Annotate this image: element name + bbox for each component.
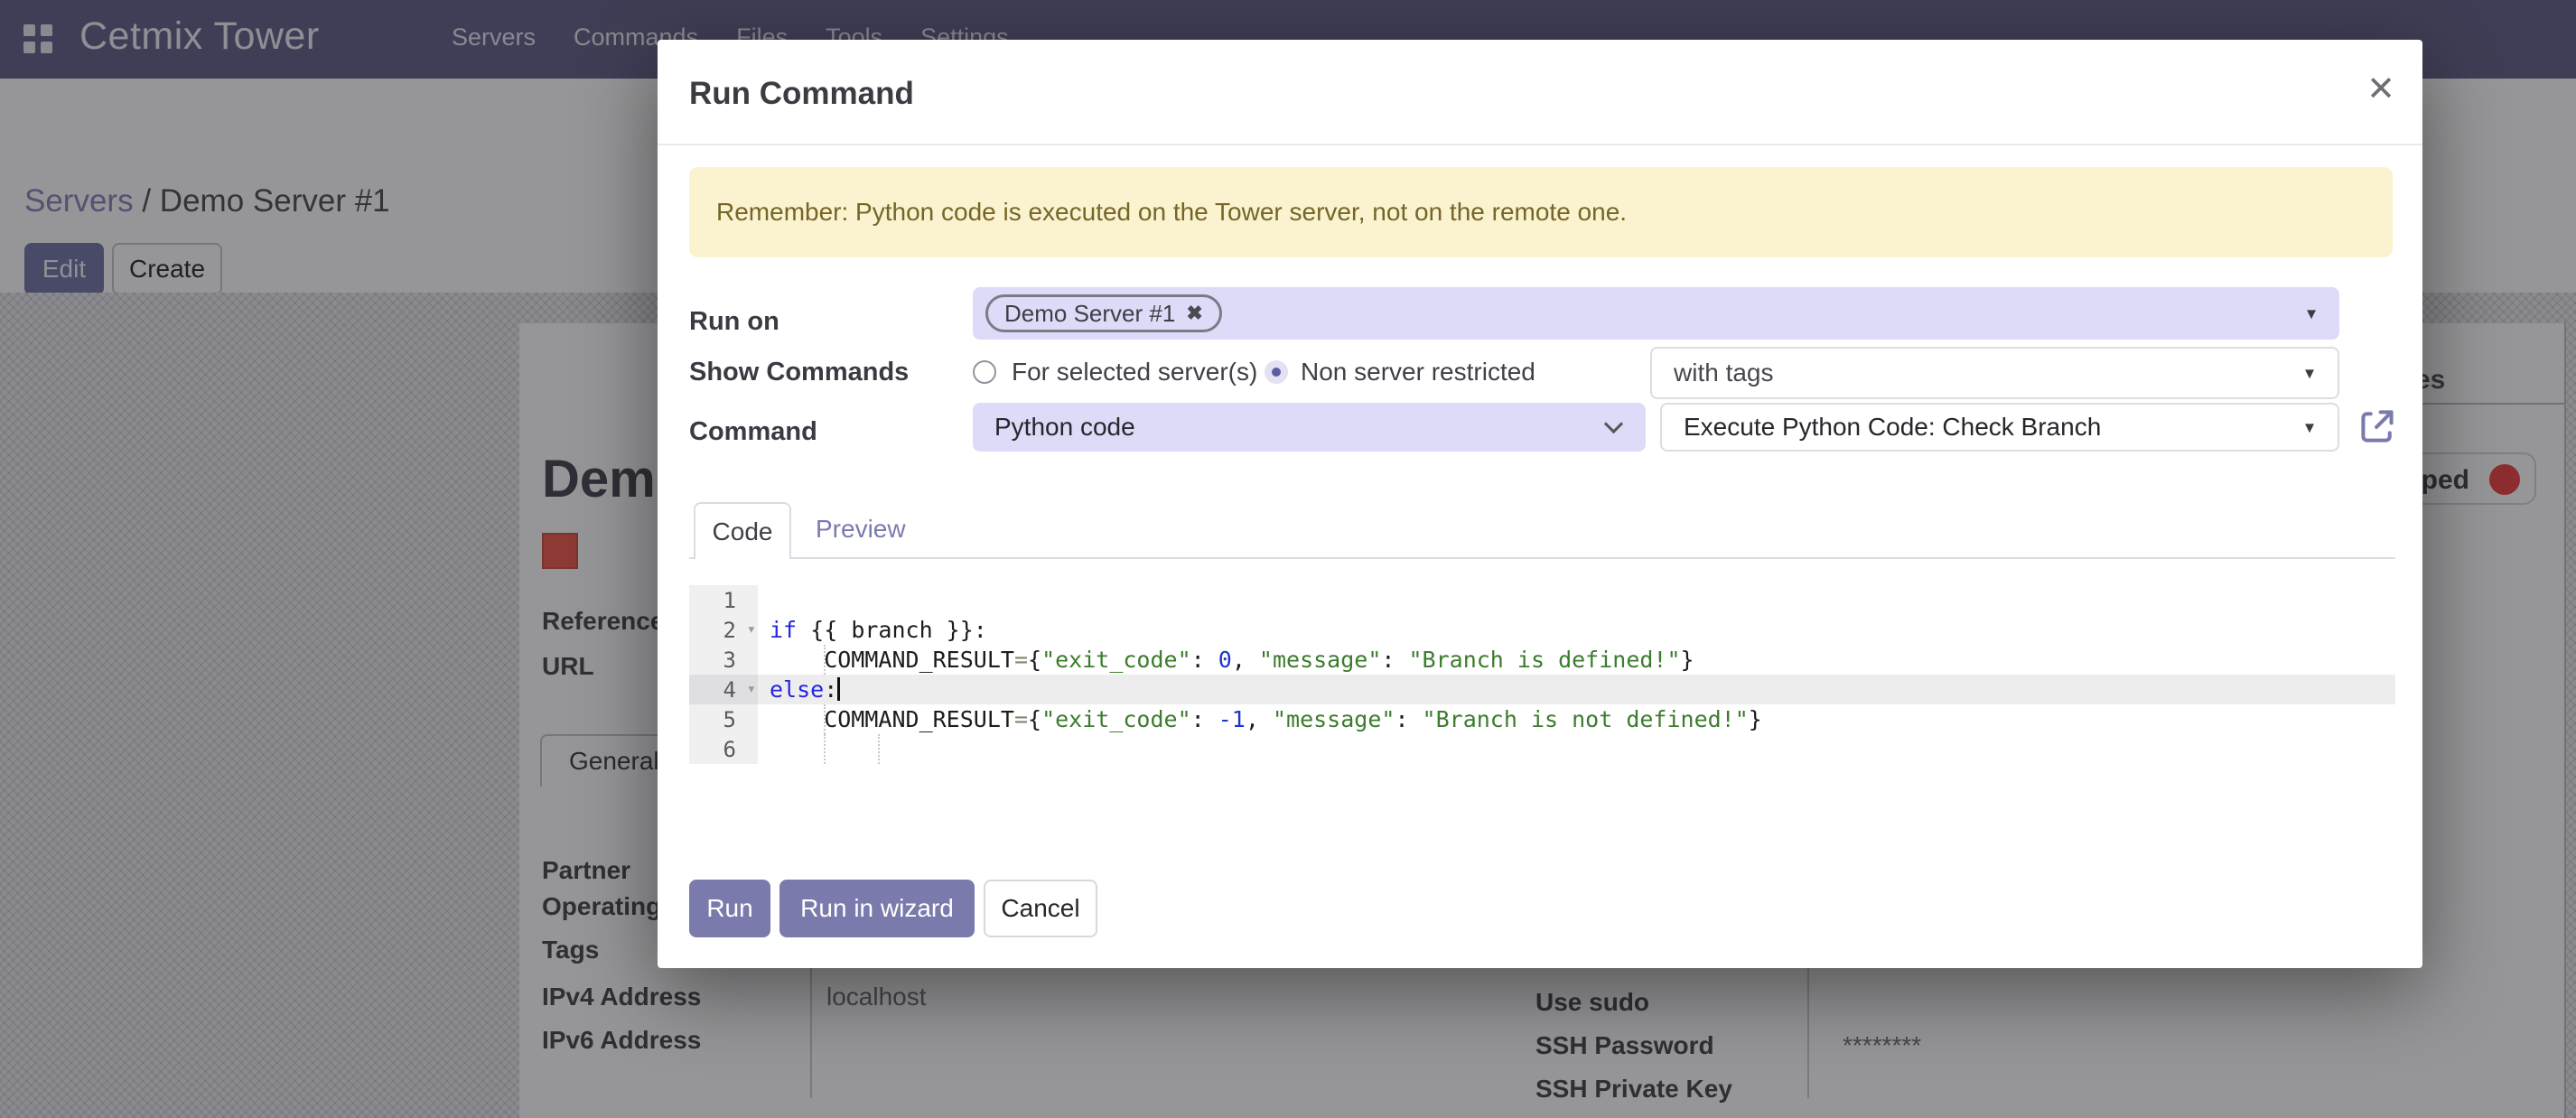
command-select[interactable]: Execute Python Code: Check Branch ▾ [1660, 403, 2339, 452]
fold-arrow-icon[interactable]: ▾ [747, 620, 756, 638]
radio-for-selected-servers[interactable] [973, 360, 996, 384]
command-type-select[interactable]: Python code [973, 403, 1646, 452]
code-editor[interactable]: 12▾if {{ branch }}:3 COMMAND_RESULT={"ex… [689, 585, 2395, 764]
dropdown-caret-icon[interactable]: ▾ [2305, 416, 2314, 439]
editor-line[interactable]: 6 [689, 734, 2395, 764]
editor-line[interactable]: 2▾if {{ branch }}: [689, 615, 2395, 645]
cancel-button[interactable]: Cancel [984, 880, 1097, 937]
tag-remove-icon[interactable]: ✖ [1186, 302, 1202, 325]
run-on-select[interactable]: Demo Server #1 ✖ ▾ [973, 287, 2339, 340]
tab-preview[interactable]: Preview [816, 515, 906, 544]
external-link-icon[interactable] [2357, 406, 2397, 446]
python-warning-banner: Remember: Python code is executed on the… [689, 167, 2393, 257]
command-label: Command [689, 417, 817, 447]
editor-gutter-cell: 1 [689, 585, 758, 615]
code-line-content[interactable]: COMMAND_RESULT={"exit_code": -1, "messag… [758, 704, 2395, 734]
show-commands-label: Show Commands [689, 358, 909, 387]
run-command-modal: Run Command ✕ Remember: Python code is e… [658, 40, 2422, 968]
code-line-content[interactable]: COMMAND_RESULT={"exit_code": 0, "message… [758, 645, 2395, 675]
line-number: 2 [723, 618, 736, 643]
dropdown-caret-icon[interactable]: ▾ [2305, 362, 2314, 385]
indent-guide [878, 734, 880, 764]
run-on-label: Run on [689, 307, 779, 337]
with-tags-select[interactable]: with tags ▾ [1650, 347, 2339, 399]
line-number: 4 [723, 677, 736, 703]
radio-non-server-restricted[interactable] [1265, 360, 1288, 384]
server-tag[interactable]: Demo Server #1 ✖ [985, 294, 1222, 332]
fold-arrow-icon[interactable]: ▾ [747, 680, 756, 698]
text-cursor [837, 677, 840, 701]
indent-guide [824, 704, 826, 734]
dropdown-caret-icon[interactable]: ▾ [2307, 303, 2316, 325]
warning-text: Remember: Python code is executed on the… [716, 198, 1627, 227]
editor-gutter-cell: 2▾ [689, 615, 758, 645]
editor-line[interactable]: 1 [689, 585, 2395, 615]
modal-footer: Run Run in wizard Cancel [658, 880, 2422, 937]
run-button[interactable]: Run [689, 880, 770, 937]
radio-for-selected-servers-label[interactable]: For selected server(s) [1012, 358, 1257, 387]
screen: Cetmix Tower Servers Commands Files Tool… [0, 0, 2576, 1118]
tab-underline [689, 557, 2395, 559]
line-number: 3 [723, 648, 736, 673]
tab-code[interactable]: Code [694, 502, 791, 559]
editor-line[interactable]: 3 COMMAND_RESULT={"exit_code": 0, "messa… [689, 645, 2395, 675]
modal-title: Run Command [689, 76, 914, 112]
chevron-down-icon[interactable] [1604, 415, 1623, 433]
line-number: 6 [723, 737, 736, 762]
editor-gutter-cell: 5 [689, 704, 758, 734]
code-line-content[interactable]: else: [758, 675, 2395, 704]
modal-header: Run Command ✕ [658, 40, 2422, 145]
code-line-content[interactable] [758, 585, 2395, 615]
code-line-content[interactable] [758, 734, 2395, 764]
close-icon[interactable]: ✕ [2366, 72, 2395, 107]
editor-line[interactable]: 5 COMMAND_RESULT={"exit_code": -1, "mess… [689, 704, 2395, 734]
editor-line[interactable]: 4▾else: [689, 675, 2395, 704]
indent-guide [824, 734, 826, 764]
indent-guide [824, 645, 826, 675]
editor-gutter-cell: 4▾ [689, 675, 758, 704]
code-line-content[interactable]: if {{ branch }}: [758, 615, 2395, 645]
editor-gutter-cell: 3 [689, 645, 758, 675]
line-number: 1 [723, 588, 736, 613]
editor-gutter-cell: 6 [689, 734, 758, 764]
run-in-wizard-button[interactable]: Run in wizard [779, 880, 975, 937]
radio-non-server-restricted-label[interactable]: Non server restricted [1301, 358, 1535, 387]
line-number: 5 [723, 707, 736, 732]
